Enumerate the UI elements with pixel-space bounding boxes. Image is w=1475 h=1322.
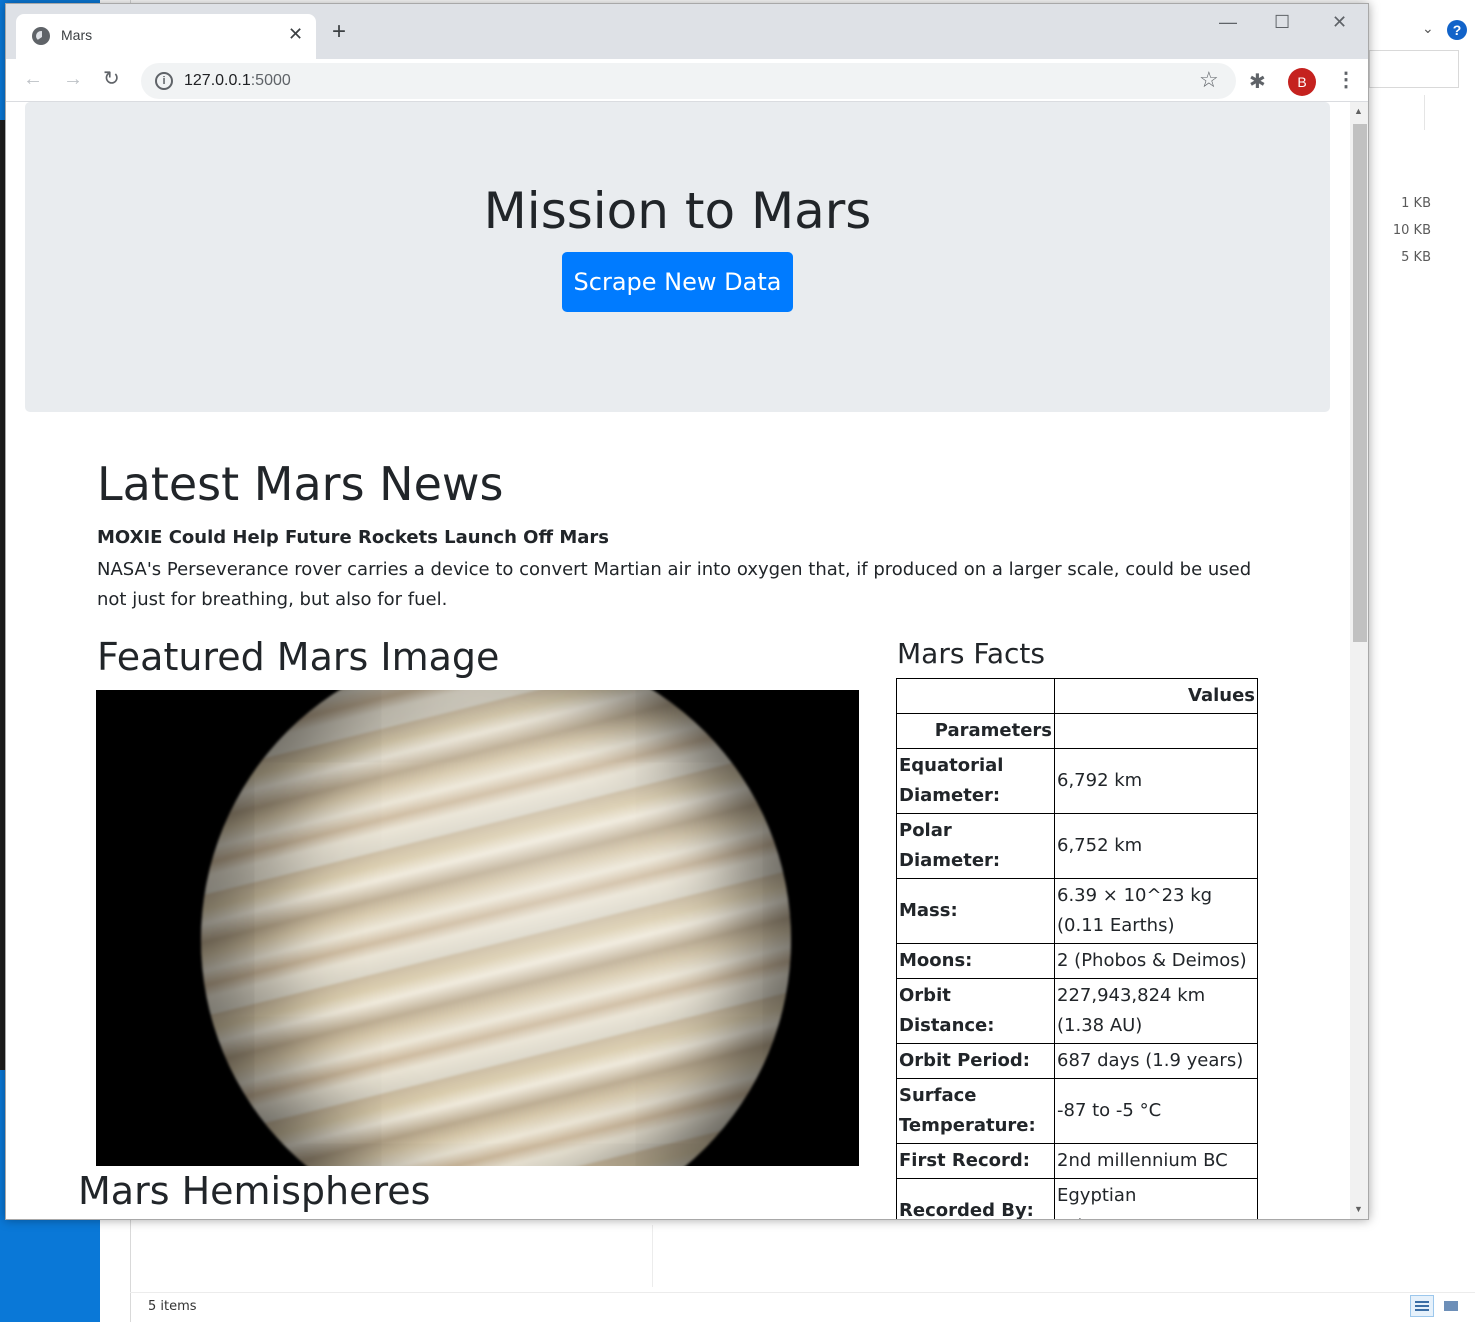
table-row: Recorded By:Egyptian astronomers (896, 1178, 1258, 1219)
table-header-blank (896, 678, 1055, 714)
title-bar: Mars ✕ + — ☐ ✕ (6, 4, 1368, 59)
fact-value: 2nd millennium BC (1054, 1143, 1258, 1179)
fact-value: 227,943,824 km (1.38 AU) (1054, 978, 1258, 1044)
scroll-up-arrow-icon[interactable]: ▲ (1354, 106, 1363, 116)
fact-value: 6,752 km (1054, 813, 1258, 879)
table-index-row: Parameters (896, 713, 1258, 749)
news-title: MOXIE Could Help Future Rockets Launch O… (97, 527, 609, 548)
explorer-divider (1424, 95, 1425, 130)
fact-param: Orbit Distance: (896, 978, 1055, 1044)
close-tab-icon[interactable]: ✕ (288, 24, 303, 45)
fact-param: Orbit Period: (896, 1043, 1055, 1079)
chevron-down-icon[interactable]: ⌄ (1422, 20, 1434, 37)
tab-mars[interactable]: Mars ✕ (16, 14, 316, 59)
table-index-header: Parameters (896, 713, 1055, 749)
table-row: Orbit Distance: 227,943,824 km (1.38 AU) (896, 978, 1258, 1044)
new-tab-button[interactable]: + (332, 20, 346, 44)
scrollbar-thumb[interactable] (1353, 124, 1367, 642)
page-title: Mission to Mars (483, 182, 872, 240)
help-icon[interactable]: ? (1447, 20, 1467, 40)
bookmark-star-icon[interactable]: ☆ (1199, 67, 1219, 93)
fact-param: Mass: (896, 878, 1055, 944)
featured-image-heading: Featured Mars Image (97, 635, 500, 679)
file-size: 1 KB (1401, 196, 1431, 211)
hemispheres-heading: Mars Hemispheres (78, 1169, 431, 1213)
fact-value: -87 to -5 °C (1054, 1078, 1258, 1144)
fact-param: Recorded By: (896, 1178, 1055, 1219)
news-heading: Latest Mars News (97, 457, 504, 511)
kebab-menu-icon[interactable]: ⋮ (1336, 67, 1356, 92)
back-button[interactable]: ← (23, 67, 43, 91)
planet-graphic (201, 690, 791, 1166)
scroll-down-arrow-icon[interactable]: ▼ (1354, 1204, 1363, 1214)
fact-param: First Record: (896, 1143, 1055, 1179)
table-row: Equatorial Diameter: 6,792 km (896, 748, 1258, 814)
fact-value: 687 days (1.9 years) (1054, 1043, 1258, 1079)
fact-param: Equatorial Diameter: (896, 748, 1055, 814)
fact-value: 6,792 km (1054, 748, 1258, 814)
reload-button[interactable]: ↻ (103, 67, 120, 91)
explorer-pane-divider (652, 1225, 653, 1287)
large-icons-view-button[interactable] (1439, 1295, 1463, 1317)
table-header-values: Values (1054, 678, 1258, 714)
file-size: 10 KB (1392, 223, 1431, 238)
explorer-search-box[interactable] (1369, 50, 1459, 88)
table-row: Polar Diameter: 6,752 km (896, 813, 1258, 879)
mars-facts-table: Values Parameters Equatorial Diameter: 6,… (896, 678, 1258, 1219)
fact-param: Polar Diameter: (896, 813, 1055, 879)
fact-param: Moons: (896, 943, 1055, 979)
table-row: Moons: 2 (Phobos & Deimos) (896, 943, 1258, 979)
browser-window: Mars ✕ + — ☐ ✕ ← → ↻ i 127.0.0.1:5000 ☆ … (5, 3, 1369, 1220)
news-paragraph: NASA's Perseverance rover carries a devi… (97, 559, 1252, 610)
table-row: Mass: 6.39 × 10^23 kg (0.11 Earths) (896, 878, 1258, 944)
table-row: Surface Temperature: -87 to -5 °C (896, 1078, 1258, 1144)
address-bar[interactable]: i 127.0.0.1:5000 ☆ (141, 63, 1236, 99)
table-index-blank (1054, 713, 1258, 749)
fact-value: 6.39 × 10^23 kg (0.11 Earths) (1054, 878, 1258, 944)
file-size: 5 KB (1401, 250, 1431, 265)
table-row: Orbit Period: 687 days (1.9 years) (896, 1043, 1258, 1079)
globe-icon (32, 27, 50, 45)
maximize-button[interactable]: ☐ (1274, 12, 1290, 33)
vertical-scrollbar[interactable]: ▲ ▼ (1350, 102, 1368, 1219)
profile-avatar[interactable]: B (1288, 68, 1316, 96)
item-count: 5 items (148, 1299, 197, 1314)
table-row: First Record: 2nd millennium BC (896, 1143, 1258, 1179)
details-view-button[interactable] (1410, 1295, 1434, 1317)
fact-param: Surface Temperature: (896, 1078, 1055, 1144)
scrape-new-data-button[interactable]: Scrape New Data (562, 252, 793, 312)
jumbotron: Mission to Mars Scrape New Data (25, 102, 1330, 412)
mars-facts-heading: Mars Facts (897, 637, 1045, 670)
close-window-button[interactable]: ✕ (1332, 12, 1347, 33)
minimize-button[interactable]: — (1219, 12, 1237, 33)
explorer-status-bar: 5 items (130, 1292, 1475, 1322)
fact-value: Egyptian astronomers (1054, 1178, 1258, 1219)
extensions-puzzle-icon[interactable]: ✱ (1249, 69, 1266, 94)
featured-mars-image (96, 690, 859, 1166)
fact-value: 2 (Phobos & Deimos) (1054, 943, 1258, 979)
browser-toolbar: ← → ↻ i 127.0.0.1:5000 ☆ ✱ B ⋮ (6, 59, 1368, 102)
url-text[interactable]: 127.0.0.1:5000 (184, 72, 291, 90)
page-viewport: Mission to Mars Scrape New Data Latest M… (6, 102, 1350, 1219)
info-icon[interactable]: i (155, 72, 173, 90)
table-header-row: Values (896, 678, 1258, 714)
forward-button[interactable]: → (63, 67, 83, 91)
tab-title: Mars (61, 27, 93, 43)
